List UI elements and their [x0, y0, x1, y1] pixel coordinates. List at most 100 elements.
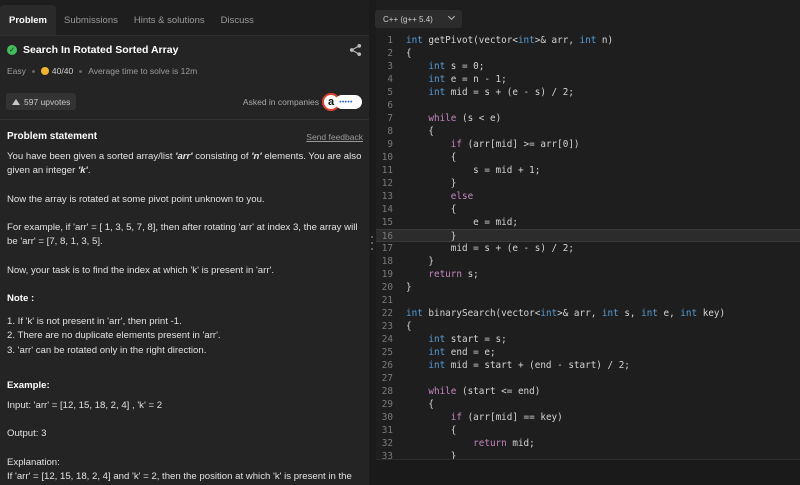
code-line[interactable]: 22 int binarySearch(vector<int>& arr, int…	[376, 307, 800, 320]
upvote-button[interactable]: 597 upvotes	[6, 93, 77, 110]
code-line[interactable]: 18 }	[376, 255, 800, 268]
problem-panel: Problem Submissions Hints & solutions Di…	[0, 0, 369, 485]
explanation-text: If 'arr' = [12, 15, 18, 2, 4] and 'k' = …	[7, 470, 352, 482]
tab-problem[interactable]: Problem	[0, 5, 57, 35]
problem-title-row: ✓ Search In Rotated Sorted Array	[7, 43, 362, 57]
coin-icon	[40, 67, 49, 75]
code-line[interactable]: 11 s = mid + 1;	[376, 164, 800, 177]
code-line[interactable]: 13 else	[376, 190, 800, 203]
code-text: {	[406, 48, 412, 59]
code-text: }	[406, 256, 434, 267]
score-value: 40/40	[51, 66, 74, 76]
code-text: {	[406, 152, 457, 163]
code-line[interactable]: 29 {	[376, 398, 800, 411]
send-feedback-link[interactable]: Send feedback	[306, 132, 363, 142]
code-line[interactable]: 7 while (s < e)	[376, 112, 800, 125]
upvote-row: 597 upvotes Asked in companies a ●●●●●	[0, 91, 369, 113]
avg-time: Average time to solve is 12m	[88, 66, 198, 76]
line-number: 7	[387, 113, 393, 124]
asked-in-label: Asked in companies	[242, 97, 319, 107]
explanation-heading: Explanation:	[7, 456, 60, 468]
line-number: 30	[381, 412, 393, 423]
company-logos[interactable]: a ●●●●●	[322, 93, 362, 111]
line-number: 25	[381, 347, 393, 358]
code-line[interactable]: 33 }	[376, 450, 800, 459]
code-line[interactable]: 23 {	[376, 320, 800, 333]
code-line[interactable]: 20}	[376, 281, 800, 294]
note-item: 3. 'arr' can be rotated only in the righ…	[7, 344, 207, 356]
upvote-count: 597 upvotes	[24, 96, 71, 107]
code-line[interactable]: 16 }	[376, 229, 800, 242]
line-number: 19	[381, 269, 393, 280]
code-line[interactable]: 4 int e = n - 1;	[376, 73, 800, 86]
line-number: 31	[381, 425, 393, 436]
code-text: }	[406, 282, 412, 293]
code-text: return s;	[428, 269, 479, 280]
drag-grip-icon	[371, 236, 374, 254]
line-number: 15	[381, 217, 393, 228]
code-line[interactable]: 25 int end = e;	[376, 346, 800, 359]
tab-discuss[interactable]: Discuss	[213, 0, 262, 35]
line-number: 4	[387, 74, 393, 85]
chevron-down-icon	[447, 12, 456, 21]
code-text: int s = 0;	[428, 61, 485, 72]
code-text: int end = e;	[428, 347, 496, 358]
code-line[interactable]: 30 if (arr[mid] == key)	[376, 411, 800, 424]
code-text: int getPivot(vector<int>& arr, int n)	[406, 35, 614, 46]
panel-resize-handle[interactable]	[369, 0, 376, 485]
problem-title: Search In Rotated Sorted Array	[23, 44, 179, 56]
line-number: 3	[387, 61, 393, 72]
language-select[interactable]: C++ (g++ 5.4)	[375, 10, 462, 28]
code-text: {	[406, 204, 457, 215]
code-line[interactable]: 10 {	[376, 151, 800, 164]
code-line[interactable]: 28 while (start <= end)	[376, 385, 800, 398]
code-line[interactable]: 26 int mid = start + (end - start) / 2;	[376, 359, 800, 372]
line-number: 33	[381, 451, 393, 459]
code-text: while (s < e)	[428, 113, 502, 124]
code-text: }	[406, 451, 457, 459]
line-number: 1	[387, 35, 393, 46]
code-line[interactable]: 31 {	[376, 424, 800, 437]
code-text: if (arr[mid] == key)	[450, 412, 563, 423]
code-line[interactable]: 3 int s = 0;	[376, 60, 800, 73]
code-line[interactable]: 9 if (arr[mid] >= arr[0])	[376, 138, 800, 151]
code-text: {	[406, 425, 457, 436]
line-number: 24	[381, 334, 393, 345]
code-line[interactable]: 19 return s;	[376, 268, 800, 281]
example-output: Output: 3	[7, 428, 47, 440]
statement-paragraph: For example, if 'arr' = [ 1, 3, 5, 7, 8]…	[7, 221, 358, 248]
code-line[interactable]: 32 return mid;	[376, 437, 800, 450]
code-line[interactable]: 12 }	[376, 177, 800, 190]
line-number: 6	[387, 100, 393, 111]
example-input: Input: 'arr' = [12, 15, 18, 2, 4] , 'k' …	[7, 399, 163, 411]
note-item: 1. If 'k' is not present in 'arr', then …	[7, 316, 182, 328]
code-line[interactable]: 24 int start = s;	[376, 333, 800, 346]
line-number: 10	[381, 152, 393, 163]
statement-paragraph: You have been given a sorted array/list …	[7, 151, 362, 177]
line-number: 22	[381, 308, 393, 319]
code-line[interactable]: 27	[376, 372, 800, 385]
code-text: {	[406, 321, 412, 332]
statement-paragraph: Now, your task is to find the index at w…	[7, 264, 275, 276]
line-number: 5	[387, 87, 393, 98]
code-line[interactable]: 14 {	[376, 203, 800, 216]
code-line[interactable]: 5 int mid = s + (e - s) / 2;	[376, 86, 800, 99]
code-text: while (start <= end)	[428, 386, 541, 397]
code-line[interactable]: 2{	[376, 47, 800, 60]
tab-hints-solutions[interactable]: Hints & solutions	[126, 0, 213, 35]
code-line[interactable]: 21	[376, 294, 800, 307]
code-editor[interactable]: 1 int getPivot(vector<int>& arr, int n) 2{…	[376, 34, 800, 459]
code-text: mid = s + (e - s) / 2;	[406, 243, 574, 254]
code-line[interactable]: 8 {	[376, 125, 800, 138]
tab-submissions[interactable]: Submissions	[56, 0, 126, 35]
panel-tabs: Problem Submissions Hints & solutions Di…	[0, 0, 369, 36]
language-value: C++ (g++ 5.4)	[383, 14, 433, 24]
code-line[interactable]: 17 mid = s + (e - s) / 2;	[376, 242, 800, 255]
code-line[interactable]: 1 int getPivot(vector<int>& arr, int n)	[376, 34, 800, 47]
code-line[interactable]: 15 e = mid;	[376, 216, 800, 229]
code-text: int e = n - 1;	[428, 74, 507, 85]
share-icon[interactable]	[349, 43, 362, 57]
line-number: 9	[387, 139, 393, 150]
company-logo-icon: ●●●●●	[335, 95, 362, 109]
code-line[interactable]: 6	[376, 99, 800, 112]
